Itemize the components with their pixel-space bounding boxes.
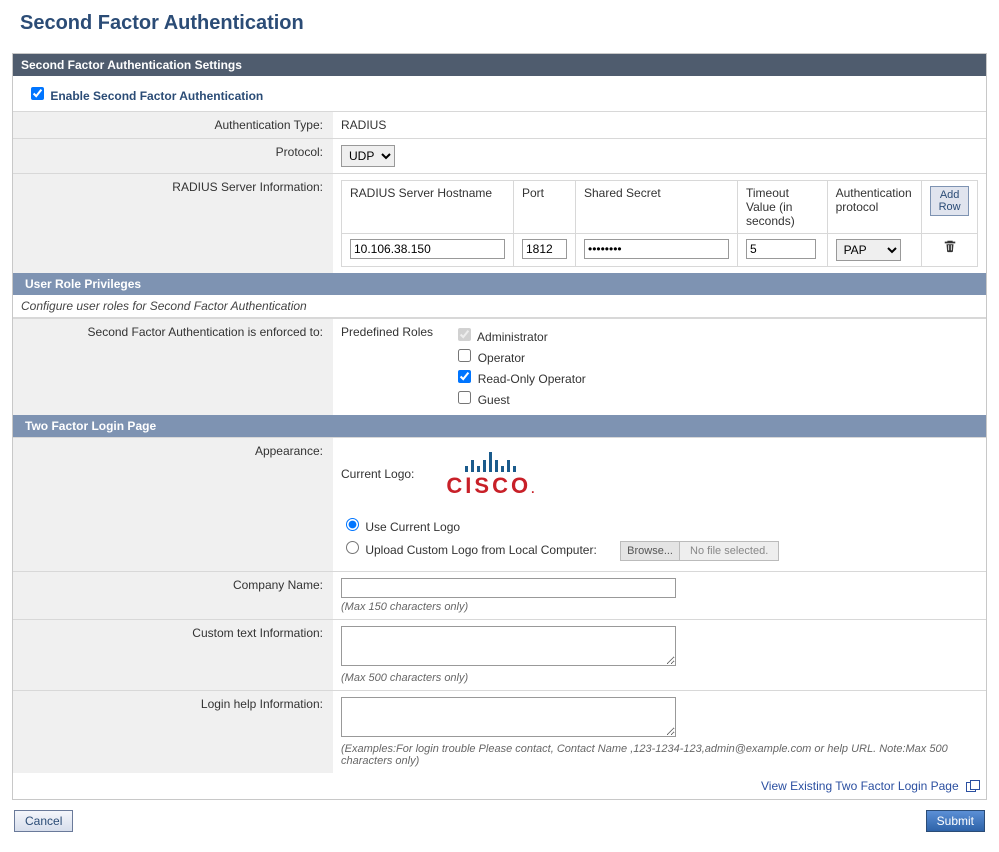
popout-icon (966, 782, 976, 792)
upload-logo-radio[interactable] (346, 541, 359, 554)
radius-port-input[interactable] (522, 239, 567, 259)
cisco-bars-icon (446, 450, 534, 472)
appearance-label: Appearance: (13, 438, 333, 572)
company-name-input[interactable] (341, 578, 676, 598)
auth-type-label: Authentication Type: (13, 112, 333, 139)
enable-checkbox-label[interactable]: Enable Second Factor Authentication (27, 89, 263, 103)
cancel-button[interactable]: Cancel (14, 810, 73, 832)
page-title: Second Factor Authentication (20, 12, 987, 35)
cisco-logo-text: CISCO. (446, 475, 534, 497)
roles-list: Administrator Operator Read-Only Operato… (454, 325, 585, 409)
view-existing-login-page-text: View Existing Two Factor Login Page (761, 779, 959, 793)
custom-text-input[interactable] (341, 626, 676, 666)
role-operator[interactable]: Operator (454, 346, 585, 365)
browse-button[interactable]: Browse... (621, 542, 680, 560)
no-file-selected-text: No file selected. (680, 542, 778, 560)
custom-text-label: Custom text Information: (13, 620, 333, 691)
enable-label-text: Enable Second Factor Authentication (50, 89, 263, 103)
predefined-roles-label: Predefined Roles (341, 325, 451, 339)
role-guest[interactable]: Guest (454, 388, 585, 407)
role-guest-label: Guest (478, 393, 510, 407)
radius-secret-input[interactable] (584, 239, 729, 259)
radius-col-timeout: Timeout Value (in seconds) (738, 181, 828, 234)
radius-col-authproto: Authentication protocol (827, 181, 922, 234)
radius-col-hostname: RADIUS Server Hostname (342, 181, 514, 234)
enable-row: Enable Second Factor Authentication (13, 76, 986, 111)
company-name-hint: (Max 150 characters only) (341, 601, 978, 613)
auth-type-value: RADIUS (333, 112, 986, 139)
role-administrator: Administrator (454, 325, 585, 344)
login-help-input[interactable] (341, 697, 676, 737)
radius-hostname-input[interactable] (350, 239, 505, 259)
section-roles-note: Configure user roles for Second Factor A… (13, 295, 986, 318)
use-current-logo-option[interactable]: Use Current Logo (341, 520, 460, 534)
role-readonly[interactable]: Read-Only Operator (454, 367, 585, 386)
submit-button[interactable]: Submit (926, 810, 985, 832)
role-administrator-label: Administrator (477, 330, 548, 344)
upload-logo-label: Upload Custom Logo from Local Computer: (365, 543, 596, 557)
trash-icon[interactable] (930, 239, 969, 253)
role-operator-label: Operator (478, 351, 525, 365)
settings-panel: Second Factor Authentication Settings En… (12, 53, 987, 800)
use-current-logo-radio[interactable] (346, 518, 359, 531)
current-logo-label: Current Logo: (341, 467, 414, 481)
role-readonly-checkbox[interactable] (458, 370, 471, 383)
role-readonly-label: Read-Only Operator (478, 372, 586, 386)
enforced-to-label: Second Factor Authentication is enforced… (13, 319, 333, 416)
login-help-hint: (Examples:For login trouble Please conta… (341, 743, 978, 767)
section-header-login-page: Two Factor Login Page (13, 415, 986, 437)
section-header-roles: User Role Privileges (13, 273, 986, 295)
view-existing-login-page-link[interactable]: View Existing Two Factor Login Page (761, 779, 976, 793)
role-guest-checkbox[interactable] (458, 391, 471, 404)
radius-col-port: Port (514, 181, 576, 234)
login-help-label: Login help Information: (13, 691, 333, 774)
file-upload-stub[interactable]: Browse... No file selected. (620, 541, 779, 561)
radius-server-table: RADIUS Server Hostname Port Shared Secre… (341, 180, 978, 267)
enable-checkbox[interactable] (31, 87, 44, 100)
upload-logo-option[interactable]: Upload Custom Logo from Local Computer: (341, 543, 600, 557)
role-administrator-checkbox (458, 328, 471, 341)
radius-col-secret: Shared Secret (576, 181, 738, 234)
radius-authproto-select[interactable]: PAP (836, 239, 901, 261)
use-current-logo-label: Use Current Logo (365, 520, 460, 534)
role-operator-checkbox[interactable] (458, 349, 471, 362)
company-name-label: Company Name: (13, 572, 333, 620)
radius-info-label: RADIUS Server Information: (13, 174, 333, 274)
cisco-logo: CISCO. (446, 450, 534, 497)
radius-timeout-input[interactable] (746, 239, 816, 259)
section-header-settings: Second Factor Authentication Settings (13, 54, 986, 76)
protocol-label: Protocol: (13, 139, 333, 174)
radius-row: PAP (342, 234, 978, 267)
protocol-select[interactable]: UDP (341, 145, 395, 167)
add-row-button[interactable]: Add Row (930, 186, 969, 216)
custom-text-hint: (Max 500 characters only) (341, 672, 978, 684)
